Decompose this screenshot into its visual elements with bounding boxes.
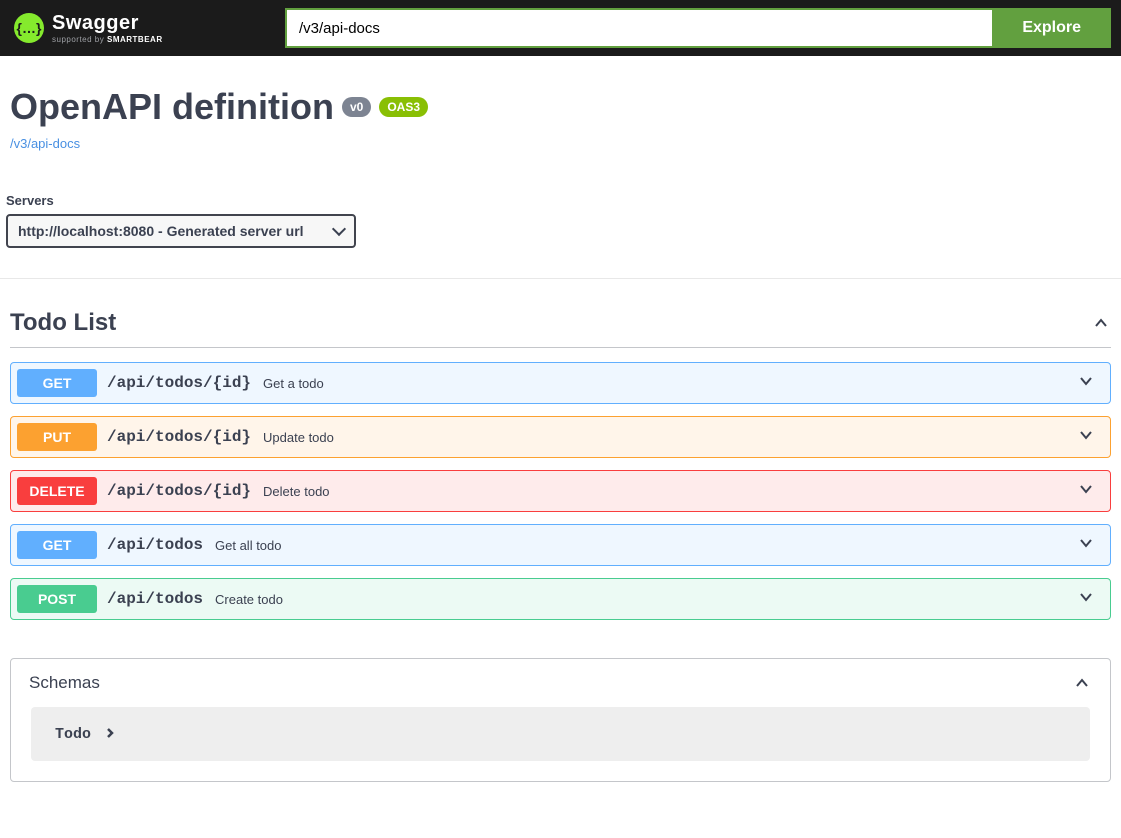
swagger-logo-text: Swagger: [52, 13, 163, 33]
operation-path: /api/todos/{id}: [107, 482, 251, 500]
schemas-section: Schemas Todo: [10, 658, 1111, 782]
tag-header-todo-list[interactable]: Todo List: [10, 309, 1111, 348]
operation-path: /api/todos: [107, 536, 203, 554]
operation-path: /api/todos/{id}: [107, 428, 251, 446]
servers-section: Servers http://localhost:8080 - Generate…: [0, 193, 1121, 278]
chevron-down-icon: [1076, 479, 1096, 504]
operation-summary: Get a todo: [263, 376, 324, 391]
operation-summary: Get all todo: [215, 538, 282, 553]
operation-summary: Update todo: [263, 430, 334, 445]
spec-link[interactable]: /v3/api-docs: [10, 136, 80, 151]
method-badge: GET: [17, 369, 97, 397]
servers-label: Servers: [6, 193, 1121, 208]
spec-url-form: Explore: [285, 8, 1111, 48]
chevron-down-icon: [1076, 425, 1096, 450]
chevron-up-icon: [1091, 313, 1111, 333]
chevron-up-icon: [1072, 673, 1092, 693]
version-badge: v0: [342, 97, 371, 117]
tag-name: Todo List: [10, 309, 116, 337]
operation-summary: Delete todo: [263, 484, 330, 499]
chevron-right-icon: [105, 725, 115, 743]
operation-row[interactable]: GET/api/todos Get all todo: [10, 524, 1111, 566]
method-badge: PUT: [17, 423, 97, 451]
api-title: OpenAPI definition: [10, 86, 334, 128]
chevron-down-icon: [1076, 371, 1096, 396]
operations-list: GET/api/todos/{id} Get a todo PUT/api/todo…: [10, 362, 1111, 620]
server-select[interactable]: http://localhost:8080 - Generated server…: [6, 214, 356, 248]
method-badge: GET: [17, 531, 97, 559]
schema-list: Todo: [11, 707, 1110, 761]
operation-row[interactable]: DELETE/api/todos/{id} Delete todo: [10, 470, 1111, 512]
operations-section: Todo List GET/api/todos/{id} Get a todo PU…: [0, 278, 1121, 782]
swagger-logo-text-group: Swagger supported by SMARTBEAR: [52, 13, 163, 44]
chevron-down-icon: [1076, 533, 1096, 558]
schema-name: Todo: [55, 726, 91, 743]
explore-button[interactable]: Explore: [992, 8, 1111, 48]
operation-row[interactable]: GET/api/todos/{id} Get a todo: [10, 362, 1111, 404]
api-info: OpenAPI definition v0 OAS3 /v3/api-docs: [0, 56, 1121, 193]
spec-url-input[interactable]: [285, 8, 992, 48]
operation-row[interactable]: PUT/api/todos/{id} Update todo: [10, 416, 1111, 458]
swagger-logo-subtitle: supported by SMARTBEAR: [52, 35, 163, 44]
operation-path: /api/todos: [107, 590, 203, 608]
method-badge: POST: [17, 585, 97, 613]
method-badge: DELETE: [17, 477, 97, 505]
schema-item[interactable]: Todo: [31, 707, 1090, 761]
chevron-down-icon: [1076, 587, 1096, 612]
schemas-header[interactable]: Schemas: [11, 659, 1110, 707]
swagger-logo-icon: {…}: [14, 13, 44, 43]
oas-badge: OAS3: [379, 97, 428, 117]
server-select-wrap: http://localhost:8080 - Generated server…: [6, 214, 356, 248]
operation-summary: Create todo: [215, 592, 283, 607]
swagger-logo[interactable]: {…} Swagger supported by SMARTBEAR: [14, 13, 163, 44]
operation-path: /api/todos/{id}: [107, 374, 251, 392]
schemas-title: Schemas: [29, 673, 100, 693]
topbar: {…} Swagger supported by SMARTBEAR Explo…: [0, 0, 1121, 56]
operation-row[interactable]: POST/api/todos Create todo: [10, 578, 1111, 620]
